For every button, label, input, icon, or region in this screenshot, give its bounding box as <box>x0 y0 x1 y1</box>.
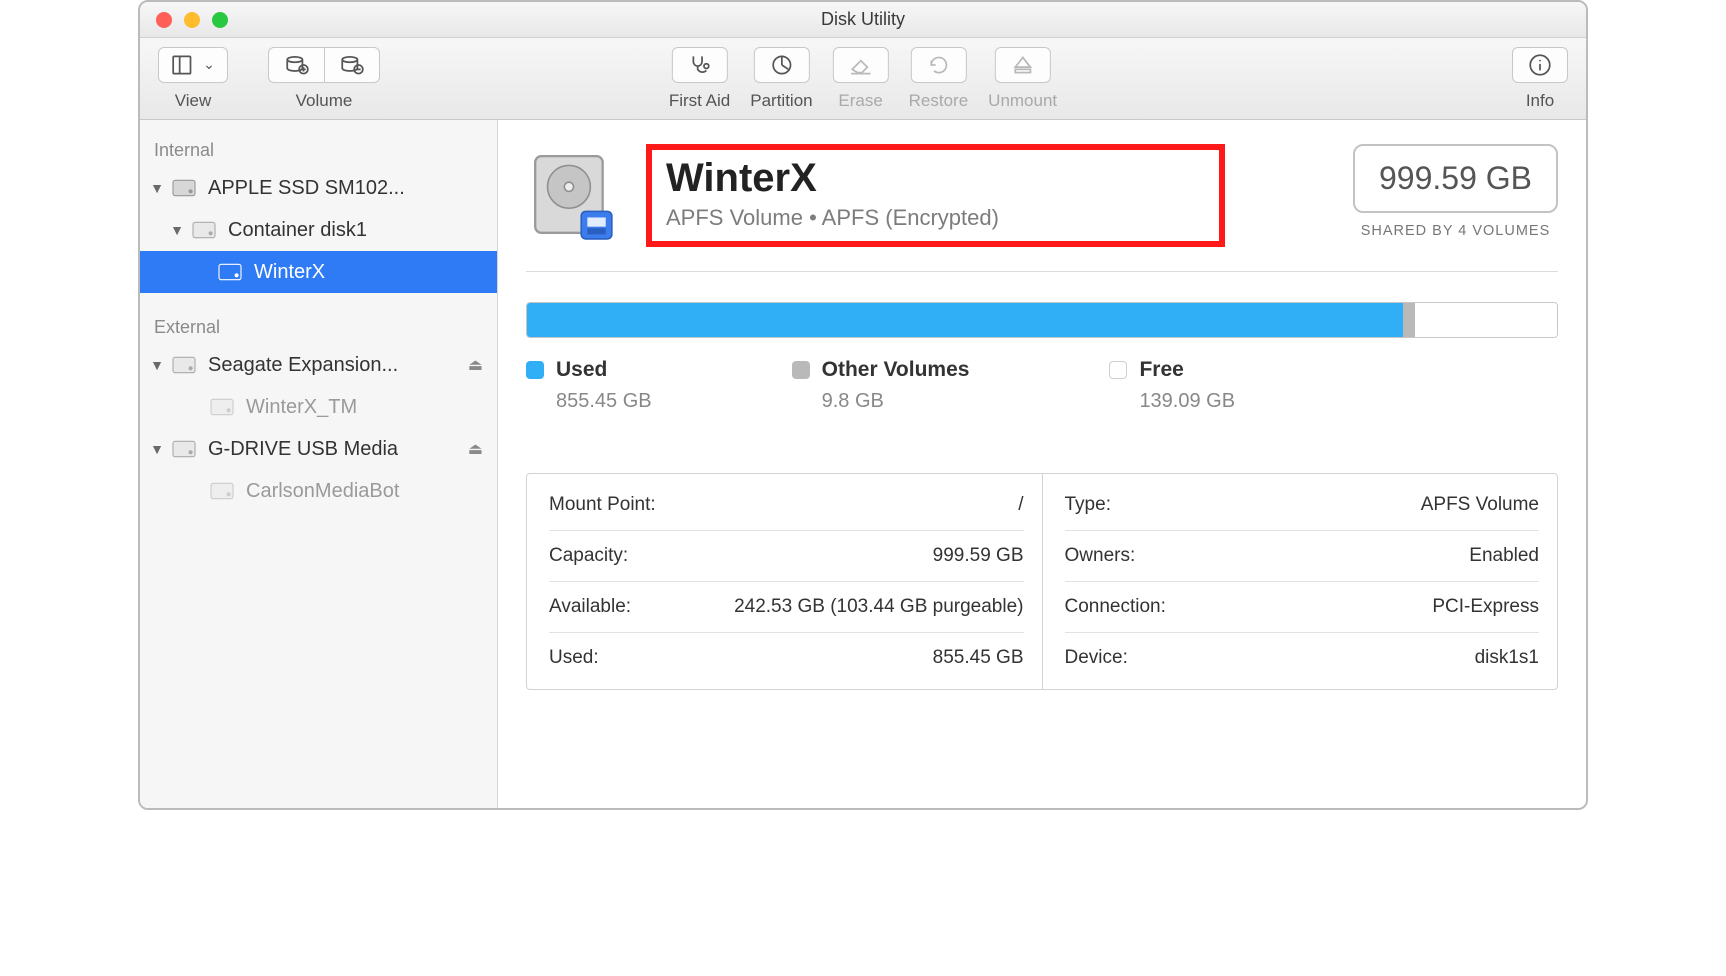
restore-label: Restore <box>909 91 969 111</box>
sidebar-item-container[interactable]: ▼ Container disk1 <box>140 209 497 251</box>
detail-row: Capacity:999.59 GB <box>549 531 1024 582</box>
legend-other-value: 9.8 GB <box>792 390 970 413</box>
window-title: Disk Utility <box>140 9 1586 30</box>
legend-other-label: Other Volumes <box>822 358 970 382</box>
sidebar-item-label: WinterX <box>254 261 325 284</box>
hard-drive-icon <box>170 176 198 200</box>
chevron-down-icon[interactable]: ▼ <box>148 441 166 457</box>
usage-legend: Used 855.45 GB Other Volumes 9.8 GB Free… <box>526 358 1558 413</box>
view-label: View <box>175 91 212 111</box>
external-drive-icon <box>170 437 198 461</box>
details-right: Type:APFS Volume Owners:Enabled Connecti… <box>1043 474 1558 689</box>
first-aid-label: First Aid <box>669 91 730 111</box>
sidebar-item-winterx[interactable]: WinterX <box>140 251 497 293</box>
shared-volumes-label: SHARED BY 4 VOLUMES <box>1353 223 1558 239</box>
sidebar-item-label: CarlsonMediaBot <box>246 480 399 503</box>
sidebar-item-apple-ssd[interactable]: ▼ APPLE SSD SM102... <box>140 167 497 209</box>
volume-label: Volume <box>296 91 353 111</box>
detail-row: Mount Point:/ <box>549 480 1024 531</box>
sidebar-item-gdrive[interactable]: ▼ G-DRIVE USB Media ⏏ <box>140 428 497 470</box>
restore-button[interactable] <box>910 47 966 83</box>
unmount-label: Unmount <box>988 91 1057 111</box>
close-icon[interactable] <box>156 12 172 28</box>
volume-large-icon <box>526 150 618 242</box>
view-button[interactable]: ⌄ <box>158 47 228 83</box>
eject-icon[interactable]: ⏏ <box>468 439 483 459</box>
info-button[interactable] <box>1512 47 1568 83</box>
usage-segment-used <box>527 303 1403 337</box>
first-aid-button[interactable] <box>672 47 728 83</box>
erase-label: Erase <box>838 91 882 111</box>
legend-used-label: Used <box>556 358 607 382</box>
volume-icon <box>208 395 236 419</box>
sidebar: Internal ▼ APPLE SSD SM102... ▼ Containe… <box>140 120 498 808</box>
minimize-icon[interactable] <box>184 12 200 28</box>
volume-minus-icon <box>339 52 365 78</box>
zoom-icon[interactable] <box>212 12 228 28</box>
detail-row: Type:APFS Volume <box>1065 480 1540 531</box>
window-controls <box>156 12 228 28</box>
chevron-down-icon[interactable]: ▼ <box>168 222 186 238</box>
volume-title-highlight: WinterX APFS Volume • APFS (Encrypted) <box>646 144 1225 247</box>
unmount-button[interactable] <box>995 47 1051 83</box>
sidebar-section-internal: Internal <box>140 130 497 167</box>
sidebar-item-seagate[interactable]: ▼ Seagate Expansion... ⏏ <box>140 344 497 386</box>
erase-button[interactable] <box>833 47 889 83</box>
external-drive-icon <box>170 353 198 377</box>
volume-name: WinterX <box>666 156 999 201</box>
divider <box>526 271 1558 272</box>
sidebar-section-external: External <box>140 307 497 344</box>
remove-volume-button[interactable] <box>324 47 380 83</box>
eraser-icon <box>848 52 874 78</box>
usage-segment-free <box>1415 303 1557 337</box>
titlebar: Disk Utility <box>140 2 1586 38</box>
chevron-down-icon[interactable]: ▼ <box>148 180 166 196</box>
main-pane: WinterX APFS Volume • APFS (Encrypted) 9… <box>498 120 1586 808</box>
hard-drive-icon <box>190 218 218 242</box>
sidebar-item-label: Container disk1 <box>228 219 367 242</box>
partition-button[interactable] <box>753 47 809 83</box>
legend-free-value: 139.09 GB <box>1109 390 1235 413</box>
details-left: Mount Point:/ Capacity:999.59 GB Availab… <box>527 474 1043 689</box>
info-icon <box>1527 52 1553 78</box>
volume-plus-icon <box>284 52 310 78</box>
stethoscope-icon <box>687 52 713 78</box>
volume-icon <box>216 260 244 284</box>
chevron-down-icon: ⌄ <box>203 56 215 73</box>
legend-used-value: 855.45 GB <box>526 390 652 413</box>
eject-icon[interactable]: ⏏ <box>468 355 483 375</box>
sidebar-item-label: G-DRIVE USB Media <box>208 438 398 461</box>
eject-icon <box>1010 52 1036 78</box>
detail-row: Device:disk1s1 <box>1065 633 1540 683</box>
sidebar-item-label: APPLE SSD SM102... <box>208 177 405 200</box>
swatch-other <box>792 361 810 379</box>
details-table: Mount Point:/ Capacity:999.59 GB Availab… <box>526 473 1558 690</box>
info-label: Info <box>1526 91 1554 111</box>
disk-utility-window: Disk Utility ⌄ View Volu <box>138 0 1588 810</box>
restore-icon <box>925 52 951 78</box>
sidebar-icon <box>171 52 197 78</box>
sidebar-item-carlson[interactable]: CarlsonMediaBot <box>140 470 497 512</box>
usage-bar <box>526 302 1558 338</box>
detail-row: Owners:Enabled <box>1065 531 1540 582</box>
sidebar-item-label: Seagate Expansion... <box>208 354 398 377</box>
volume-icon <box>208 479 236 503</box>
swatch-used <box>526 361 544 379</box>
detail-row: Used:855.45 GB <box>549 633 1024 683</box>
detail-row: Connection:PCI-Express <box>1065 582 1540 633</box>
sidebar-item-label: WinterX_TM <box>246 396 357 419</box>
sidebar-item-winterx-tm[interactable]: WinterX_TM <box>140 386 497 428</box>
partition-icon <box>768 52 794 78</box>
usage-segment-other <box>1403 303 1415 337</box>
detail-row: Available:242.53 GB (103.44 GB purgeable… <box>549 582 1024 633</box>
swatch-free <box>1109 361 1127 379</box>
volume-subtitle: APFS Volume • APFS (Encrypted) <box>666 205 999 231</box>
legend-free-label: Free <box>1139 358 1183 382</box>
capacity-badge: 999.59 GB <box>1353 144 1558 213</box>
chevron-down-icon[interactable]: ▼ <box>148 357 166 373</box>
add-volume-button[interactable] <box>268 47 324 83</box>
toolbar: ⌄ View Volume <box>140 38 1586 120</box>
partition-label: Partition <box>750 91 812 111</box>
